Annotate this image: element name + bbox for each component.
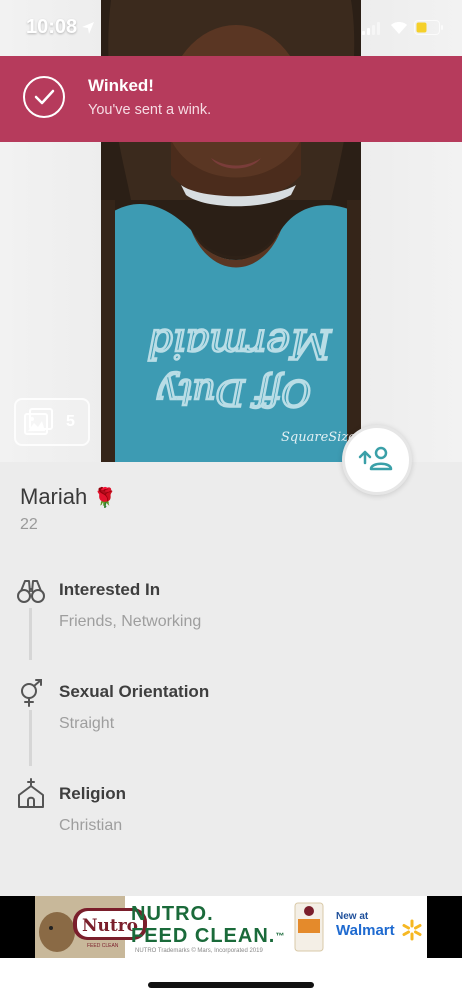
church-icon bbox=[18, 778, 44, 808]
walmart-spark-icon bbox=[402, 919, 422, 941]
home-indicator[interactable] bbox=[148, 982, 314, 988]
detail-title-sexual-orientation: Sexual Orientation bbox=[59, 682, 210, 701]
ad-headline-line2: FEED CLEAN.™ bbox=[131, 925, 286, 947]
ad-headline-line1: NUTRO. bbox=[131, 903, 214, 925]
signal-icon bbox=[362, 22, 380, 35]
photos-icon bbox=[24, 408, 53, 435]
check-circle-icon bbox=[23, 76, 65, 118]
binoculars-icon bbox=[17, 580, 45, 603]
home-indicator-area bbox=[0, 958, 462, 1000]
location-arrow-icon bbox=[82, 22, 94, 34]
ad-banner[interactable]: Nutro FEED CLEAN NUTRO. FEED CLEAN.™ NUT… bbox=[35, 896, 427, 958]
profile-age: 22 bbox=[20, 516, 38, 533]
rose-emoji: 🌹 bbox=[93, 488, 118, 509]
detail-title-interested-in: Interested In bbox=[59, 580, 161, 599]
detail-title-religion: Religion bbox=[59, 784, 127, 803]
detail-value-religion: Christian bbox=[59, 817, 123, 834]
wifi-icon bbox=[391, 22, 407, 34]
status-bar: 10:08 bbox=[0, 0, 462, 56]
svg-text:Nutro: Nutro bbox=[82, 916, 138, 936]
battery-icon bbox=[414, 20, 443, 35]
photo-count-badge[interactable]: 5 bbox=[14, 398, 90, 446]
ad-logo-sub: FEED CLEAN bbox=[87, 943, 119, 949]
status-time: 10:08 bbox=[26, 16, 78, 38]
toast-subtitle: You've sent a wink. bbox=[88, 102, 212, 118]
toast-title: Winked! bbox=[88, 76, 154, 95]
photo-count-number: 5 bbox=[66, 413, 75, 430]
gender-symbol-icon bbox=[21, 679, 42, 707]
svg-text:Mermaid: Mermaid bbox=[147, 320, 332, 366]
profile-name: Mariah 🌹 bbox=[20, 484, 117, 510]
add-friend-button[interactable] bbox=[342, 425, 412, 495]
ad-new-at: New at bbox=[336, 911, 369, 922]
product-bag-image bbox=[294, 902, 324, 952]
svg-text:Off Duty: Off Duty bbox=[157, 371, 311, 412]
detail-value-sexual-orientation: Straight bbox=[59, 715, 115, 732]
ad-fine-print: NUTRO Trademarks © Mars, Incorporated 20… bbox=[135, 948, 263, 954]
timeline-connector bbox=[29, 608, 32, 660]
add-person-icon bbox=[358, 446, 393, 471]
profile-name-text: Mariah bbox=[20, 484, 88, 509]
timeline-connector bbox=[29, 710, 32, 766]
ad-headline: NUTRO. FEED CLEAN.™ bbox=[131, 903, 285, 947]
detail-value-interested-in: Friends, Networking bbox=[59, 613, 202, 630]
winked-toast[interactable]: Winked! You've sent a wink. bbox=[0, 56, 462, 142]
ad-retailer: Walmart bbox=[336, 922, 395, 939]
